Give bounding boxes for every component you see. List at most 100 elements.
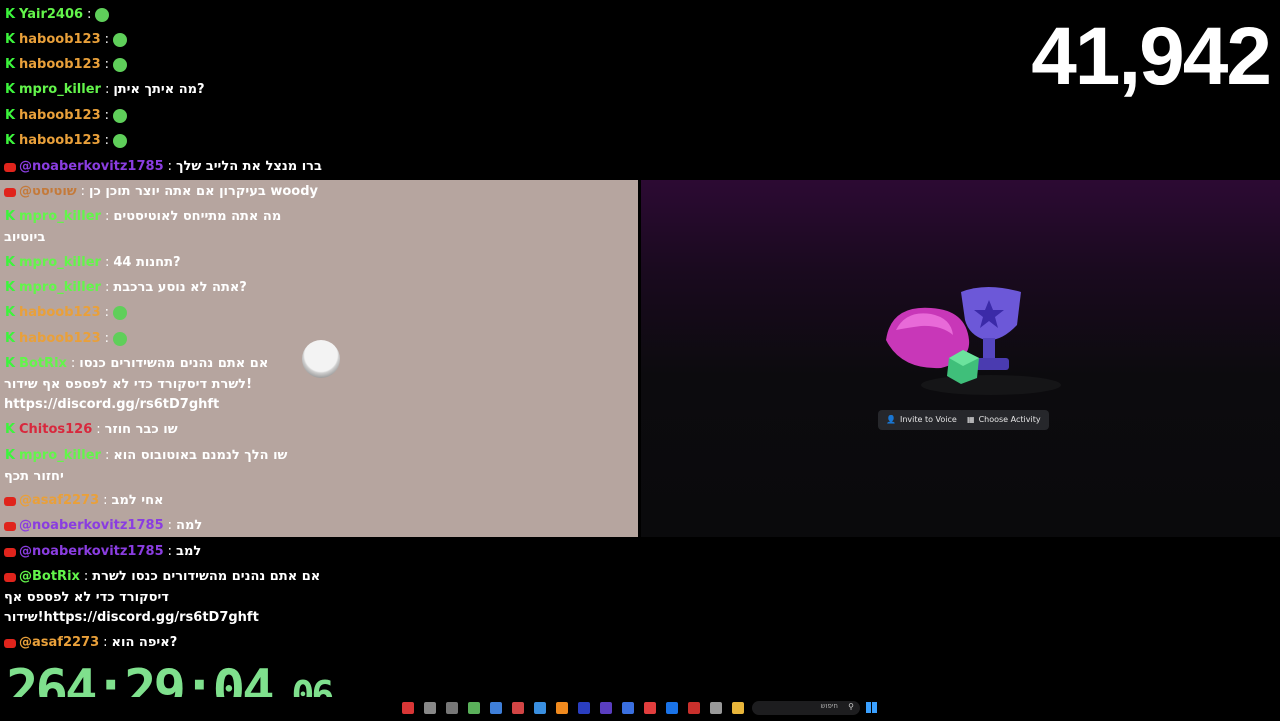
chat-message: @asaf2273: איפה הוא?	[4, 634, 177, 652]
chat-username[interactable]: haboob123	[19, 132, 101, 150]
chat-message: K Chitos126: שו כבר חוזר	[4, 421, 178, 439]
chat-separator: :	[104, 108, 110, 123]
chat-username[interactable]: haboob123	[19, 31, 101, 49]
chat-text: אחי למב	[111, 493, 164, 508]
chat-text: למה	[176, 518, 203, 533]
search-icon: ⚲	[848, 702, 854, 711]
kick-icon: K	[4, 305, 16, 320]
taskbar-app-icon[interactable]	[468, 702, 480, 714]
kick-icon: K	[4, 7, 16, 22]
taskbar-app-icon[interactable]	[424, 702, 436, 714]
taskbar	[0, 697, 1280, 720]
chat-username[interactable]: Chitos126	[19, 421, 92, 439]
chat-message: @noaberkovitz1785: למב	[4, 543, 201, 561]
chat-username[interactable]: @asaf2273	[19, 634, 99, 652]
taskbar-search-label: חיפוש	[820, 702, 838, 710]
chat-username[interactable]: mpro_killer	[19, 254, 101, 272]
chat-username[interactable]: @BotRix	[19, 568, 80, 586]
taskbar-app-icon[interactable]	[622, 702, 634, 714]
chat-username[interactable]: haboob123	[19, 107, 101, 125]
chat-username[interactable]: Yair2406	[19, 6, 83, 24]
chat-username[interactable]: mpro_killer	[19, 447, 101, 465]
emote-icon	[113, 332, 128, 346]
taskbar-app-icon[interactable]	[644, 702, 656, 714]
taskbar-app-icon[interactable]	[688, 702, 700, 714]
chat-username[interactable]: @asaf2273	[19, 492, 99, 510]
chat-username[interactable]: haboob123	[19, 56, 101, 74]
chat-username[interactable]: haboob123	[19, 304, 101, 322]
chat-text: מה איתך איתן?	[113, 82, 205, 97]
kick-icon: K	[4, 331, 16, 346]
chat-username[interactable]: mpro_killer	[19, 208, 101, 226]
trophy-illustration	[886, 287, 1061, 395]
kick-icon: K	[4, 82, 16, 97]
chat-text: אם אתם נהנים מהשידורים כנסו	[79, 356, 269, 371]
invite-to-voice-button[interactable]: 👤 Invite to Voice	[878, 410, 965, 430]
emote-icon	[113, 306, 128, 320]
chat-username[interactable]: mpro_killer	[19, 81, 101, 99]
chat-message: Khaboob123:	[4, 304, 130, 322]
youtube-icon	[4, 572, 16, 582]
taskbar-app-icon[interactable]	[732, 702, 744, 714]
taskbar-app-icon[interactable]	[534, 702, 546, 714]
chat-separator: :	[167, 544, 173, 559]
chat-separator: :	[104, 57, 110, 72]
chat-separator: :	[104, 255, 110, 270]
chat-message: @BotRix: אם אתם נהנים מהשידורים כנסו לשרת	[4, 568, 320, 586]
choose-activity-button[interactable]: ▦ Choose Activity	[959, 410, 1049, 430]
chat-message: Khaboob123:	[4, 31, 130, 49]
chat-message: @asaf2273: אחי למב	[4, 492, 163, 510]
chat-separator: :	[167, 159, 173, 174]
emote-icon	[113, 134, 128, 148]
chat-message: Kmpro_killer: שו הלך לנמנם באוטובוס הוא	[4, 447, 287, 465]
chat-message: Kmpro_killer: תחנות 44?	[4, 254, 181, 272]
youtube-icon	[4, 521, 16, 531]
viewer-count: 41,942	[1031, 11, 1272, 102]
chat-separator: :	[80, 184, 86, 199]
chat-text: בעיקרון אם אתה יוצר תוכן כן woody	[89, 184, 318, 199]
taskbar-search[interactable]: חיפוש ⚲	[752, 701, 860, 715]
chat-text: למב	[176, 544, 202, 559]
chat-username[interactable]: BotRix	[19, 355, 67, 373]
chat-separator: :	[104, 209, 110, 224]
taskbar-app-icon[interactable]	[556, 702, 568, 714]
youtube-icon	[4, 162, 16, 172]
chat-username[interactable]: @noaberkovitz1785	[19, 543, 164, 561]
chat-text: שו הלך לנמנם באוטובוס הוא	[113, 448, 288, 463]
chat-separator: :	[104, 280, 110, 295]
chat-message: Kmpro_killer: מה אתה מתייחס לאוטיסטים	[4, 208, 281, 226]
chat-message: Khaboob123:	[4, 56, 130, 74]
chat-text-continued: https://discord.gg/rs6tD7ghft	[4, 397, 220, 412]
chat-text-continued: לשרת דיסקורד כדי לא לפספס אף שידור!	[4, 377, 252, 392]
chat-text: מה אתה מתייחס לאוטיסטים	[113, 209, 282, 224]
taskbar-app-icon[interactable]	[402, 702, 414, 714]
taskbar-app-icon[interactable]	[446, 702, 458, 714]
chat-username[interactable]: @noaberkovitz1785	[19, 158, 164, 176]
chat-username[interactable]: @noaberkovitz1785	[19, 517, 164, 535]
chat-separator: :	[104, 133, 110, 148]
chat-text: אם אתם נהנים מהשידורים כנסו לשרת	[92, 569, 321, 584]
taskbar-app-icon[interactable]	[666, 702, 678, 714]
youtube-icon	[4, 496, 16, 506]
emote-icon	[95, 8, 110, 22]
taskbar-app-icon[interactable]	[600, 702, 612, 714]
taskbar-app-icon[interactable]	[710, 702, 722, 714]
youtube-icon	[4, 187, 16, 197]
taskbar-app-icon[interactable]	[512, 702, 524, 714]
emote-icon	[113, 58, 128, 72]
chat-username[interactable]: haboob123	[19, 330, 101, 348]
chat-text: אתה לא נוסע ברכבת?	[113, 280, 247, 295]
chat-username[interactable]: @שוטיסט	[19, 183, 77, 201]
kick-icon: K	[4, 57, 16, 72]
chat-message: Kmpro_killer: אתה לא נוסע ברכבת?	[4, 279, 247, 297]
chat-message: Kmpro_killer: מה איתך איתן?	[4, 81, 205, 99]
windows-start-icon[interactable]	[866, 702, 877, 713]
kick-icon: K	[4, 209, 16, 224]
chat-separator: :	[104, 32, 110, 47]
chat-username[interactable]: mpro_killer	[19, 279, 101, 297]
taskbar-app-icon[interactable]	[578, 702, 590, 714]
discord-activity-panel	[641, 180, 1280, 537]
taskbar-app-icon[interactable]	[490, 702, 502, 714]
kick-icon: K	[4, 133, 16, 148]
chat-separator: :	[70, 356, 76, 371]
